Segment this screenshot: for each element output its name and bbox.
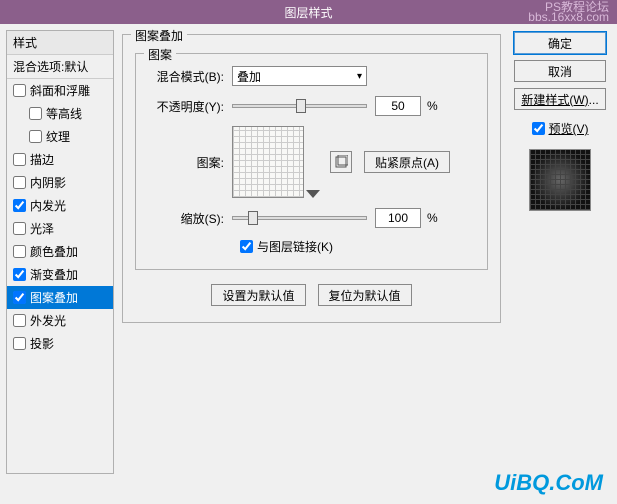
style-label: 等高线	[46, 105, 82, 122]
pattern-swatch[interactable]	[232, 126, 304, 198]
scale-input[interactable]: 100	[375, 208, 421, 228]
style-label: 纹理	[46, 128, 70, 145]
settings-panel: 图案叠加 图案 混合模式(B): 叠加 ▾ 不透明度(Y): 50 %	[114, 30, 509, 474]
style-checkbox[interactable]	[13, 291, 26, 304]
styles-header: 样式	[7, 31, 113, 55]
group-title: 图案叠加	[131, 27, 187, 44]
preview-swatch	[529, 149, 591, 211]
style-item-1[interactable]: 等高线	[7, 102, 113, 125]
scale-slider[interactable]	[232, 216, 367, 220]
new-style-button[interactable]: 新建样式(W)...	[514, 88, 606, 110]
opacity-input[interactable]: 50	[375, 96, 421, 116]
create-pattern-button[interactable]	[330, 151, 352, 173]
slider-thumb[interactable]	[248, 211, 258, 225]
pattern-dropdown-icon[interactable]	[306, 190, 320, 198]
link-layer-checkbox[interactable]	[240, 240, 253, 253]
style-checkbox[interactable]	[13, 222, 26, 235]
styles-panel: 样式 混合选项:默认 斜面和浮雕等高线纹理描边内阴影内发光光泽颜色叠加渐变叠加图…	[6, 30, 114, 474]
new-preset-icon	[334, 155, 348, 169]
chevron-down-icon: ▾	[357, 71, 362, 82]
style-label: 投影	[30, 335, 54, 352]
opacity-slider[interactable]	[232, 104, 367, 108]
snap-origin-button[interactable]: 贴紧原点(A)	[364, 151, 450, 173]
style-checkbox[interactable]	[29, 130, 42, 143]
pattern-overlay-group: 图案叠加 图案 混合模式(B): 叠加 ▾ 不透明度(Y): 50 %	[122, 34, 501, 323]
style-item-4[interactable]: 内阴影	[7, 171, 113, 194]
title-bar: 图层样式 PS教程论坛 bbs.16xx8.com	[0, 0, 617, 24]
style-checkbox[interactable]	[29, 107, 42, 120]
style-checkbox[interactable]	[13, 337, 26, 350]
style-checkbox[interactable]	[13, 268, 26, 281]
scale-label: 缩放(S):	[150, 210, 232, 227]
inner-group-title: 图案	[144, 46, 176, 63]
style-label: 描边	[30, 151, 54, 168]
style-item-0[interactable]: 斜面和浮雕	[7, 79, 113, 102]
style-label: 光泽	[30, 220, 54, 237]
style-item-3[interactable]: 描边	[7, 148, 113, 171]
style-label: 图案叠加	[30, 289, 78, 306]
style-label: 内发光	[30, 197, 66, 214]
style-label: 外发光	[30, 312, 66, 329]
pattern-group: 图案 混合模式(B): 叠加 ▾ 不透明度(Y): 50 %	[135, 53, 488, 270]
style-item-7[interactable]: 颜色叠加	[7, 240, 113, 263]
style-item-11[interactable]: 投影	[7, 332, 113, 355]
link-layer-label[interactable]: 与图层链接(K)	[257, 238, 333, 255]
window-title: 图层样式	[284, 4, 332, 21]
style-checkbox[interactable]	[13, 84, 26, 97]
blend-mode-label: 混合模式(B):	[150, 68, 232, 85]
preview-label[interactable]: 预览(V)	[549, 120, 589, 137]
style-item-9[interactable]: 图案叠加	[7, 286, 113, 309]
watermark-top: PS教程论坛 bbs.16xx8.com	[528, 2, 609, 22]
style-label: 渐变叠加	[30, 266, 78, 283]
style-checkbox[interactable]	[13, 153, 26, 166]
style-label: 内阴影	[30, 174, 66, 191]
watermark-bottom: UiBQ.CoM	[494, 470, 603, 496]
style-checkbox[interactable]	[13, 176, 26, 189]
slider-thumb[interactable]	[296, 99, 306, 113]
style-label: 颜色叠加	[30, 243, 78, 260]
style-label: 斜面和浮雕	[30, 82, 90, 99]
blend-mode-select[interactable]: 叠加 ▾	[232, 66, 367, 86]
style-checkbox[interactable]	[13, 199, 26, 212]
right-panel: 确定 取消 新建样式(W)... 预览(V)	[509, 30, 611, 474]
style-item-8[interactable]: 渐变叠加	[7, 263, 113, 286]
make-default-button[interactable]: 设置为默认值	[211, 284, 305, 306]
opacity-label: 不透明度(Y):	[150, 98, 232, 115]
cancel-button[interactable]: 取消	[514, 60, 606, 82]
preview-checkbox[interactable]	[532, 122, 545, 135]
pattern-label: 图案:	[150, 154, 232, 171]
style-checkbox[interactable]	[13, 314, 26, 327]
style-item-5[interactable]: 内发光	[7, 194, 113, 217]
reset-default-button[interactable]: 复位为默认值	[318, 284, 412, 306]
style-item-10[interactable]: 外发光	[7, 309, 113, 332]
ok-button[interactable]: 确定	[514, 32, 606, 54]
style-checkbox[interactable]	[13, 245, 26, 258]
style-item-6[interactable]: 光泽	[7, 217, 113, 240]
blend-options-item[interactable]: 混合选项:默认	[7, 55, 113, 79]
style-item-2[interactable]: 纹理	[7, 125, 113, 148]
